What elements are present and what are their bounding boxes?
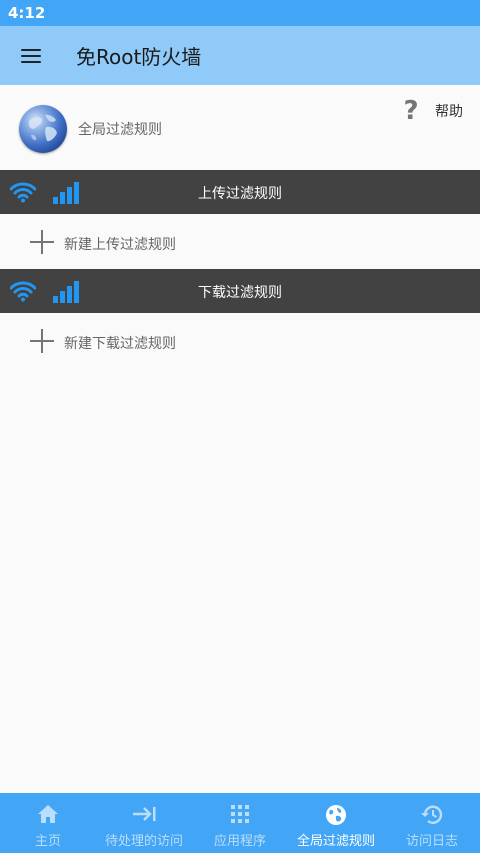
upload-section-header: 上传过滤规则: [0, 170, 480, 214]
app-title: 免Root防火墙: [76, 45, 202, 69]
plus-icon: [30, 230, 54, 254]
download-section-header: 下载过滤规则: [0, 269, 480, 313]
nav-item-home[interactable]: 主页: [0, 793, 96, 853]
globe-icon: [19, 105, 67, 153]
hamburger-menu-icon: [21, 48, 41, 64]
global-filter-label: 全局过滤规则: [78, 122, 162, 138]
upload-section-title: 上传过滤规则: [198, 186, 282, 202]
add-upload-rule-label: 新建上传过滤规则: [64, 237, 176, 253]
history-icon: [421, 805, 443, 824]
globe-icon: [326, 805, 346, 825]
status-bar: 4:12: [0, 0, 480, 26]
plus-icon: [30, 329, 54, 353]
bottom-navigation: 主页 待处理的访问 应用程序 全局过滤规则 访问日志: [0, 793, 480, 853]
add-upload-rule-button[interactable]: 新建上传过滤规则: [0, 214, 480, 268]
nav-label-pending-access: 待处理的访问: [104, 834, 183, 849]
download-section-title: 下载过滤规则: [198, 285, 282, 301]
add-download-rule-button[interactable]: 新建下载过滤规则: [0, 313, 480, 367]
nav-label-apps: 应用程序: [213, 834, 266, 849]
help-button[interactable]: ? 帮助: [398, 97, 463, 125]
home-icon: [38, 805, 58, 823]
question-mark-icon: ?: [403, 96, 419, 126]
apps-grid-icon: [231, 805, 249, 823]
nav-label-access-log: 访问日志: [405, 834, 458, 849]
app-bar: 免Root防火墙: [0, 26, 480, 85]
help-label: 帮助: [435, 104, 463, 120]
global-filter-row[interactable]: 全局过滤规则 ? 帮助: [0, 85, 480, 170]
add-download-rule-label: 新建下载过滤规则: [64, 336, 176, 352]
menu-button[interactable]: [0, 26, 62, 85]
nav-item-apps[interactable]: 应用程序: [192, 793, 288, 853]
nav-item-global-filter[interactable]: 全局过滤规则: [288, 793, 384, 853]
status-time: 4:12: [8, 4, 46, 22]
nav-item-pending-access[interactable]: 待处理的访问: [96, 793, 192, 853]
nav-label-home: 主页: [34, 834, 61, 849]
arrow-to-bar-icon: [133, 807, 156, 821]
nav-item-access-log[interactable]: 访问日志: [384, 793, 480, 853]
nav-label-global-filter: 全局过滤规则: [296, 834, 375, 849]
